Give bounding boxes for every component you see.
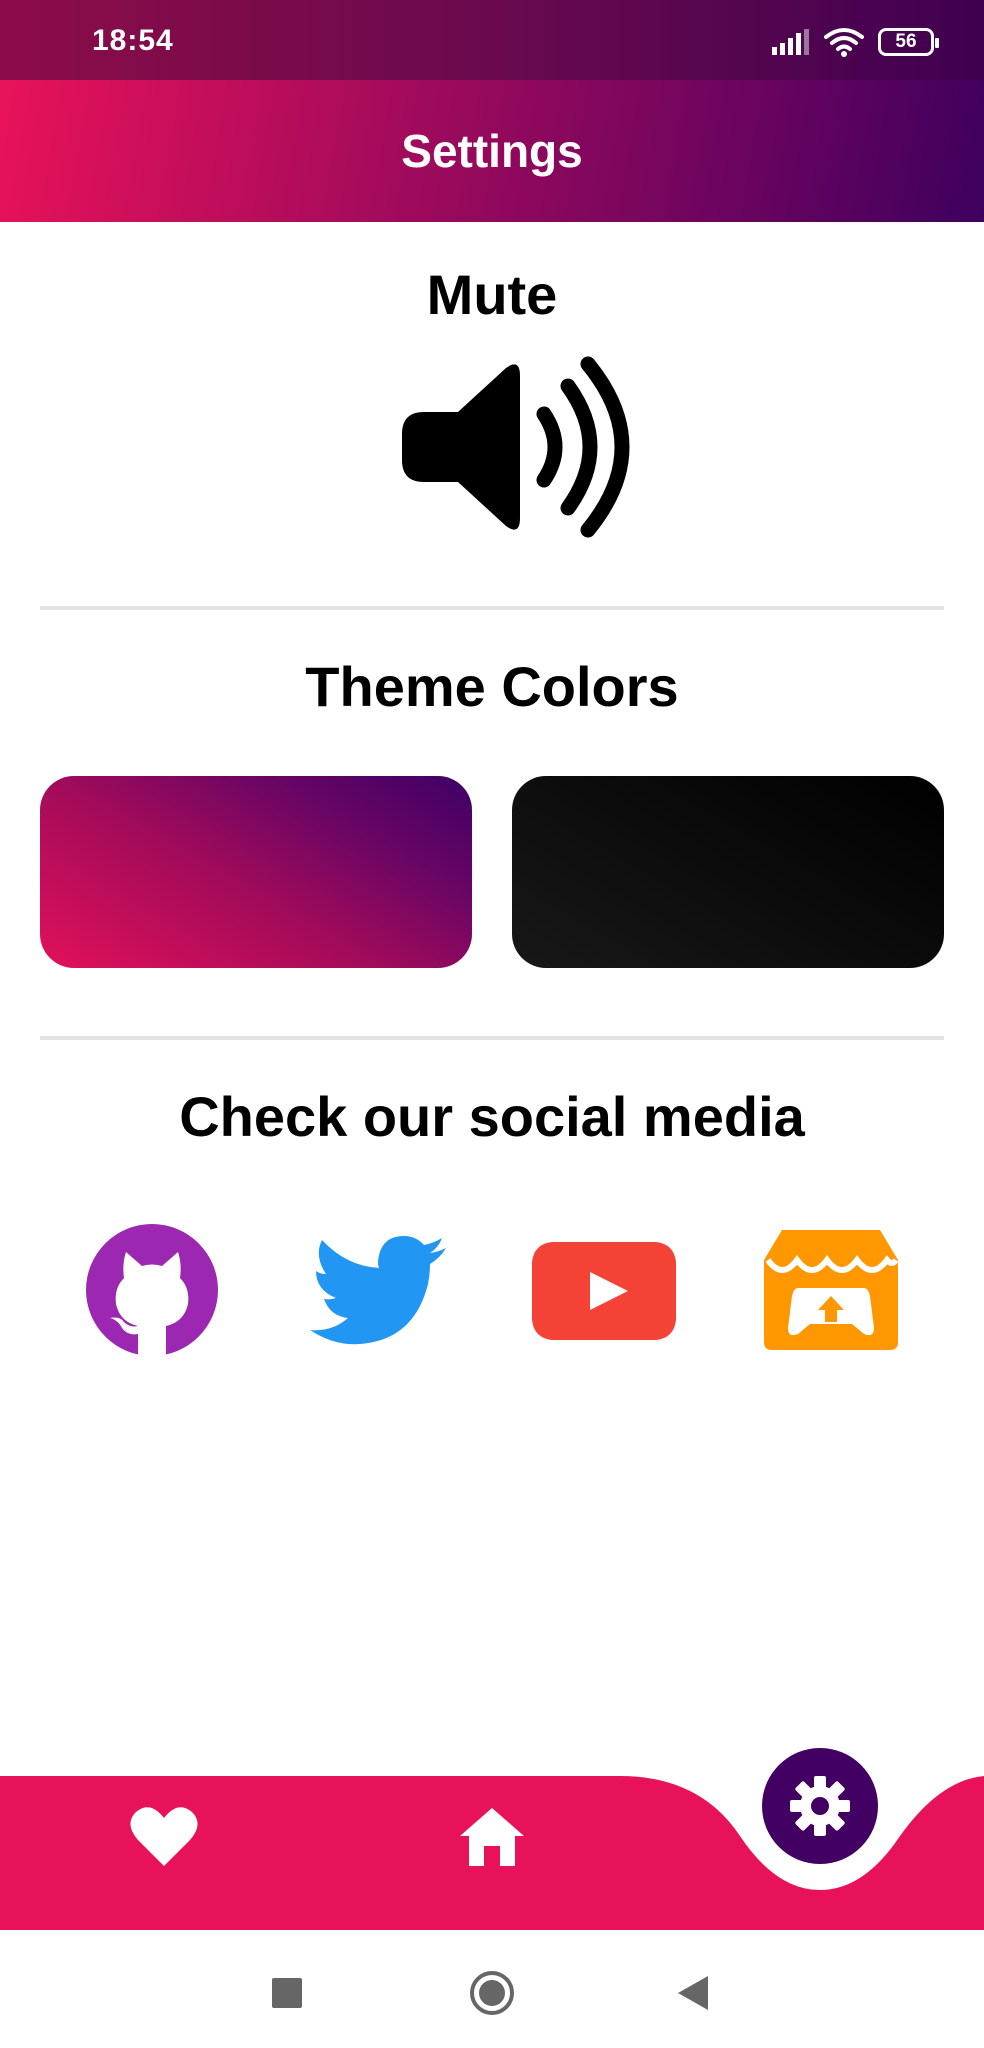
system-home-button[interactable] <box>469 1970 515 2021</box>
mute-title: Mute <box>426 263 558 326</box>
heart-icon <box>130 1807 198 1866</box>
back-triangle-icon <box>678 1976 708 2010</box>
app-bar: Settings <box>0 80 984 222</box>
square-icon <box>272 1978 302 2008</box>
recents-button[interactable] <box>272 1978 302 2013</box>
twitter-link[interactable] <box>310 1234 446 1351</box>
nav-favorites-button[interactable] <box>130 1806 198 1871</box>
page-title: Settings <box>401 125 583 177</box>
status-bar: 18:54 56 <box>0 0 984 80</box>
theme-colors-title: Theme Colors <box>305 655 679 718</box>
battery-level: 56 <box>895 31 917 52</box>
gear-icon <box>790 1776 850 1836</box>
itchio-icon <box>764 1230 899 1350</box>
battery-icon: 56 <box>878 28 939 56</box>
nav-home-button[interactable] <box>460 1808 524 1871</box>
twitter-icon <box>310 1236 446 1345</box>
theme-swatch-gradient[interactable] <box>40 776 472 968</box>
circle-icon <box>470 1971 514 2015</box>
youtube-link[interactable] <box>532 1240 676 1347</box>
github-icon <box>86 1224 218 1356</box>
youtube-icon <box>532 1242 676 1340</box>
signal-icon <box>772 29 809 55</box>
divider <box>40 1036 944 1040</box>
status-time: 18:54 <box>92 24 174 57</box>
speaker-volume-icon <box>402 356 630 538</box>
system-navigation-bar <box>0 1930 984 2048</box>
wifi-icon <box>824 28 864 57</box>
mute-toggle-button[interactable] <box>394 356 640 538</box>
github-link[interactable] <box>86 1224 218 1361</box>
status-icons: 56 <box>772 22 939 62</box>
divider <box>40 606 944 610</box>
home-icon <box>460 1808 524 1866</box>
social-media-title: Check our social media <box>179 1085 805 1148</box>
back-button[interactable] <box>678 1976 708 2015</box>
theme-swatch-black[interactable] <box>512 776 944 968</box>
itchio-link[interactable] <box>764 1230 899 1355</box>
nav-settings-button[interactable] <box>762 1748 878 1864</box>
